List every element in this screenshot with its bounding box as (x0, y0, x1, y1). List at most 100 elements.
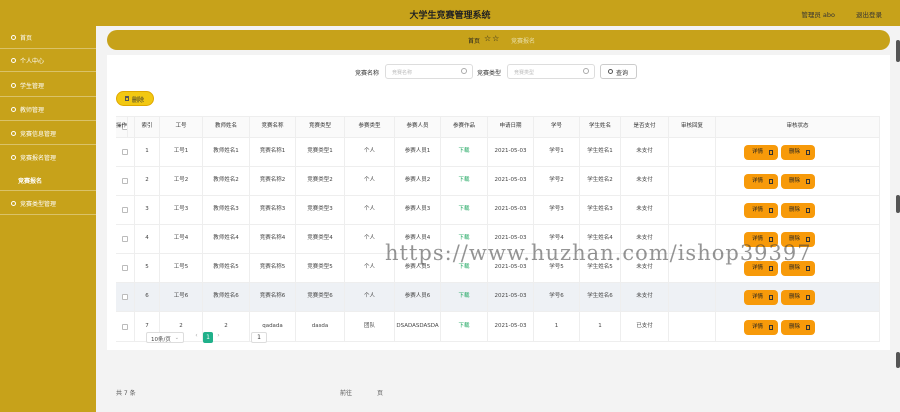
sidebar-item-label: 竞赛类型管理 (20, 201, 57, 208)
row-delete-button[interactable]: 删除 (781, 320, 815, 335)
table-cell: 竞赛类型4 (296, 225, 345, 253)
page-size-select[interactable]: 10条/页 ⌄ (146, 332, 184, 343)
row-checkbox[interactable] (122, 178, 128, 184)
table-cell: 已支付 (621, 312, 669, 341)
name-search-input[interactable]: 竞赛名称 (385, 64, 473, 79)
button-label: 删除 (788, 207, 800, 213)
row-select-cell (116, 225, 135, 253)
next-page-icon[interactable]: › (214, 332, 223, 343)
table-cell (669, 167, 716, 195)
row-delete-button[interactable]: 删除 (781, 174, 815, 189)
table-cell: 工号6 (160, 283, 203, 311)
detail-icon (769, 150, 773, 155)
row-delete-button[interactable]: 删除 (781, 290, 815, 305)
breadcrumb-home[interactable]: 首页 (468, 36, 480, 45)
button-label: 详情 (751, 178, 763, 184)
sidebar-item-home[interactable]: 首页 (0, 26, 96, 49)
top-bar: 大学生竞赛管理系统 管理员 abo 退出登录 (0, 0, 900, 26)
breadcrumb: 首页 ☆☆ 竞赛报名 (107, 30, 890, 50)
detail-button[interactable]: 详情 (744, 145, 778, 160)
detail-icon (769, 295, 773, 300)
table-row: 7 2 2 qadada dasda 团队 DSADASDASDA 下载 2021-05-03 1… (116, 312, 880, 342)
row-select-cell (116, 167, 135, 195)
table-cell: DSADASDASDA (395, 312, 441, 341)
column-header: 学号 (534, 117, 580, 137)
scrollbar-thumb[interactable] (896, 195, 900, 213)
table-cell: 教师姓名3 (203, 196, 250, 224)
table-row: 1 工号1 教师姓名1 竞赛名称1 竞赛类型1 个人 参赛人员1 下载 2021-05-03 学号… (116, 138, 880, 167)
scrollbar-thumb[interactable] (896, 352, 900, 368)
column-header: 竞赛名称 (250, 117, 296, 137)
row-select-cell (116, 283, 135, 311)
table-cell: 个人 (345, 167, 395, 195)
table-cell: 工号1 (160, 138, 203, 166)
button-label: 详情 (751, 294, 763, 300)
table-cell (669, 196, 716, 224)
sidebar-item-competition-info[interactable]: 竞赛信息管理 (0, 122, 96, 145)
delete-button[interactable]: 删除 (116, 91, 154, 106)
sidebar-item-registration-mgmt[interactable]: 竞赛报名管理 (0, 146, 96, 169)
sidebar-item-teachers[interactable]: 教师管理 (0, 98, 96, 121)
row-delete-button[interactable]: 删除 (781, 145, 815, 160)
table-cell: 参赛人员6 (395, 283, 441, 311)
page-number[interactable]: 1 (203, 332, 213, 343)
table-cell: 未支付 (621, 196, 669, 224)
menu-dot-icon (11, 58, 16, 63)
column-header: 审核状态 (716, 117, 880, 137)
table-cell: 1 (534, 312, 580, 341)
trash-icon (806, 325, 810, 330)
goto-label: 前往 (340, 390, 353, 397)
download-link[interactable]: 下载 (441, 283, 488, 311)
detail-button[interactable]: 详情 (744, 320, 778, 335)
row-select-cell (116, 196, 135, 224)
column-header: 工号 (160, 117, 203, 137)
table-cell: 3 (135, 196, 160, 224)
button-label: 详情 (751, 149, 763, 155)
star-icon: ☆☆ (484, 34, 501, 43)
detail-button[interactable]: 详情 (744, 203, 778, 218)
sidebar-subitem-registration[interactable]: 竞赛报名 (0, 169, 96, 191)
scrollbar-thumb[interactable] (896, 40, 900, 62)
detail-button[interactable]: 详情 (744, 290, 778, 305)
row-checkbox[interactable] (122, 236, 128, 242)
search-icon (608, 69, 613, 74)
type-search-input[interactable]: 竞赛类型 (507, 64, 595, 79)
detail-button[interactable]: 详情 (744, 174, 778, 189)
row-checkbox[interactable] (122, 207, 128, 213)
sidebar-item-label: 竞赛报名管理 (20, 155, 57, 162)
logout-link[interactable]: 退出登录 (856, 9, 882, 19)
table-cell: 竞赛名称1 (250, 138, 296, 166)
breadcrumb-current: 竞赛报名 (511, 38, 536, 45)
pagination-total: 共 7 条 (116, 390, 136, 397)
table-cell: 工号3 (160, 196, 203, 224)
sidebar-item-students[interactable]: 学生管理 (0, 74, 96, 97)
table-cell: 学生姓名6 (580, 283, 621, 311)
download-link[interactable]: 下载 (441, 138, 488, 166)
table-cell: 教师姓名2 (203, 167, 250, 195)
sidebar-item-competition-types[interactable]: 竞赛类型管理 (0, 192, 96, 215)
sidebar-item-profile[interactable]: 个人中心 (0, 49, 96, 72)
detail-icon (769, 179, 773, 184)
table-cell: 学生姓名2 (580, 167, 621, 195)
prev-page-icon[interactable]: ‹ (192, 332, 201, 343)
table-cell: 工号4 (160, 225, 203, 253)
row-checkbox[interactable] (122, 294, 128, 300)
column-header: 教师姓名 (203, 117, 250, 137)
download-link[interactable]: 下载 (441, 312, 488, 341)
goto-page-input[interactable]: 1 (251, 332, 267, 343)
row-checkbox[interactable] (122, 265, 128, 271)
query-button[interactable]: 查询 (600, 64, 637, 79)
table-row: 3 工号3 教师姓名3 竞赛名称3 竞赛类型3 个人 参赛人员3 下载 2021-05-03 学号… (116, 196, 880, 225)
column-header: 参赛人员 (395, 117, 441, 137)
download-link[interactable]: 下载 (441, 167, 488, 195)
sidebar-item-label: 首页 (20, 35, 33, 42)
table-cell: 2021-05-03 (488, 312, 534, 341)
row-delete-button[interactable]: 删除 (781, 203, 815, 218)
menu-dot-icon (11, 131, 16, 136)
download-link[interactable]: 下载 (441, 196, 488, 224)
row-checkbox[interactable] (122, 149, 128, 155)
row-select-cell (116, 138, 135, 166)
table-cell: 未支付 (621, 138, 669, 166)
menu-dot-icon (11, 155, 16, 160)
row-checkbox[interactable] (122, 323, 128, 330)
